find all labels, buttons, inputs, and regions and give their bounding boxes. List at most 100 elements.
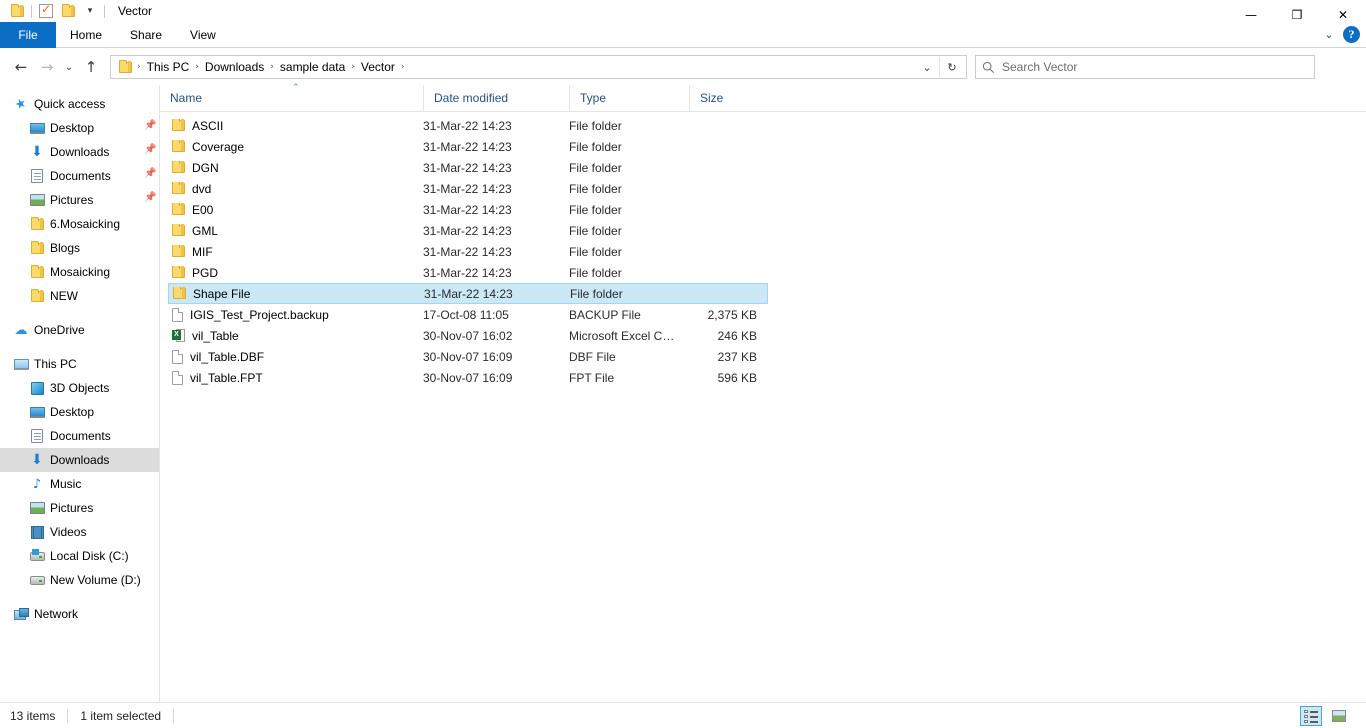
file-date-cell: 31-Mar-22 14:23 xyxy=(423,244,512,259)
file-icon xyxy=(172,370,183,385)
music-icon: ♪ xyxy=(32,476,42,492)
file-size-cell: 246 KB xyxy=(717,328,757,343)
table-row[interactable]: Xvil_Table 30-Nov-07 16:02 Microsoft Exc… xyxy=(168,325,768,346)
up-button[interactable]: ↑ xyxy=(78,54,104,80)
properties-icon[interactable] xyxy=(35,1,57,21)
sidebar-label: This PC xyxy=(34,357,77,371)
file-date-cell: 31-Mar-22 14:23 xyxy=(423,139,512,154)
new-folder-icon[interactable] xyxy=(57,1,79,21)
breadcrumb: › This PC › Downloads › sample data › Ve… xyxy=(113,56,915,78)
tab-file[interactable]: File xyxy=(0,22,56,48)
file-name-cell: MIF xyxy=(168,244,423,259)
sidebar-item-videos[interactable]: Videos xyxy=(0,520,159,544)
table-row[interactable]: vil_Table.FPT 30-Nov-07 16:09 FPT File 5… xyxy=(168,367,768,388)
pictures-icon xyxy=(26,194,48,206)
folder-icon xyxy=(172,139,185,152)
qat-folder-icon[interactable] xyxy=(6,1,28,21)
table-row[interactable]: DGN 31-Mar-22 14:23 File folder xyxy=(168,157,768,178)
column-label: Type xyxy=(580,91,607,105)
tab-view[interactable]: View xyxy=(176,22,230,48)
chevron-down-icon[interactable]: ⌄ xyxy=(1319,28,1339,41)
file-name: DGN xyxy=(192,160,219,175)
breadcrumb-vector[interactable]: Vector xyxy=(356,56,400,78)
tab-share[interactable]: Share xyxy=(116,22,176,48)
tab-home[interactable]: Home xyxy=(56,22,116,48)
file-name: GML xyxy=(192,223,219,238)
forward-button[interactable]: → xyxy=(34,54,60,80)
sidebar-item-blogs[interactable]: Blogs xyxy=(0,236,159,260)
help-icon[interactable]: ? xyxy=(1343,26,1360,43)
file-name-cell: ASCII xyxy=(168,118,423,133)
table-row[interactable]: PGD 31-Mar-22 14:23 File folder xyxy=(168,262,768,283)
file-type-cell: File folder xyxy=(569,244,622,259)
breadcrumb-sample-data[interactable]: sample data xyxy=(275,56,350,78)
breadcrumb-separator-4[interactable]: › xyxy=(400,62,406,72)
documents-icon xyxy=(26,429,48,443)
file-icon xyxy=(172,349,183,364)
sidebar-item-6-mosaicking[interactable]: 6.Mosaicking xyxy=(0,212,159,236)
table-row[interactable]: ASCII 31-Mar-22 14:23 File folder xyxy=(168,115,768,136)
file-type-cell: File folder xyxy=(569,118,622,133)
sidebar-item-mosaicking[interactable]: Mosaicking xyxy=(0,260,159,284)
column-header-size[interactable]: Size xyxy=(689,85,769,111)
details-view-button[interactable] xyxy=(1300,705,1322,726)
sidebar-group-network[interactable]: Network xyxy=(0,602,159,626)
sidebar-item-desktop[interactable]: Desktop xyxy=(0,400,159,424)
file-name: vil_Table.FPT xyxy=(190,370,263,385)
large-icons-view-button[interactable] xyxy=(1328,706,1350,726)
documents-icon xyxy=(26,169,48,183)
sidebar-item-new[interactable]: NEW xyxy=(0,284,159,308)
refresh-icon[interactable]: ↻ xyxy=(940,56,964,78)
sidebar-item-downloads-quick[interactable]: ⬇ Downloads xyxy=(0,140,159,164)
table-row[interactable]: IGIS_Test_Project.backup 17-Oct-08 11:05… xyxy=(168,304,768,325)
recent-locations-icon[interactable]: ⌄ xyxy=(60,54,78,80)
table-row[interactable]: E00 31-Mar-22 14:23 File folder xyxy=(168,199,768,220)
folder-icon xyxy=(173,286,186,299)
address-bar[interactable]: › This PC › Downloads › sample data › Ve… xyxy=(110,55,967,79)
address-dropdown-icon[interactable]: ⌄ xyxy=(915,56,939,78)
file-name-cell: PGD xyxy=(168,265,423,280)
file-name-cell: Coverage xyxy=(168,139,423,154)
column-header-row: Name ⌃ Date modified Type Size xyxy=(160,83,1366,112)
file-explorer-window: ▾ Vector — ❐ ✕ File Home Share View ⌄ ? … xyxy=(0,0,1366,728)
file-name-cell: DGN xyxy=(168,160,423,175)
sidebar-item-pictures-quick[interactable]: Pictures xyxy=(0,188,159,212)
file-type-cell: File folder xyxy=(570,286,623,301)
sidebar-item-documents[interactable]: Documents xyxy=(0,424,159,448)
file-date-cell: 31-Mar-22 14:23 xyxy=(423,160,512,175)
file-type-cell: File folder xyxy=(569,202,622,217)
sidebar-gap-1 xyxy=(0,308,159,318)
folder-icon xyxy=(172,181,185,194)
table-row[interactable]: vil_Table.DBF 30-Nov-07 16:09 DBF File 2… xyxy=(168,346,768,367)
search-input[interactable]: Search Vector xyxy=(975,55,1315,79)
table-row[interactable]: MIF 31-Mar-22 14:23 File folder xyxy=(168,241,768,262)
table-row[interactable]: GML 31-Mar-22 14:23 File folder xyxy=(168,220,768,241)
column-header-name[interactable]: Name ⌃ xyxy=(160,83,423,111)
sidebar-group-quick-access[interactable]: ★ Quick access xyxy=(0,92,159,116)
status-separator-1 xyxy=(67,708,69,723)
table-row-selected[interactable]: Shape File 31-Mar-22 14:23 File folder xyxy=(168,283,768,304)
column-header-date-modified[interactable]: Date modified xyxy=(423,85,569,111)
sidebar-item-desktop-quick[interactable]: Desktop xyxy=(0,116,159,140)
sidebar-item-music[interactable]: ♪ Music xyxy=(0,472,159,496)
breadcrumb-downloads[interactable]: Downloads xyxy=(200,56,269,78)
table-row[interactable]: dvd 31-Mar-22 14:23 File folder xyxy=(168,178,768,199)
sidebar-item-pictures[interactable]: Pictures xyxy=(0,496,159,520)
sidebar-item-downloads[interactable]: ⬇ Downloads xyxy=(0,448,159,472)
back-button[interactable]: ← xyxy=(8,54,34,80)
sidebar-label: Documents xyxy=(50,429,111,443)
quick-access-toolbar: ▾ xyxy=(0,0,108,22)
sidebar-item-documents-quick[interactable]: Documents xyxy=(0,164,159,188)
customize-dropdown-icon[interactable]: ▾ xyxy=(79,1,101,21)
sidebar-item-local-disk-c[interactable]: Local Disk (C:) xyxy=(0,544,159,568)
sidebar-group-onedrive[interactable]: ☁ OneDrive xyxy=(0,318,159,342)
search-placeholder: Search Vector xyxy=(1002,60,1078,74)
table-row[interactable]: Coverage 31-Mar-22 14:23 File folder xyxy=(168,136,768,157)
sidebar-item-3d-objects[interactable]: 3D Objects xyxy=(0,376,159,400)
file-name-cell: Xvil_Table xyxy=(168,328,423,343)
breadcrumb-this-pc[interactable]: This PC xyxy=(142,56,195,78)
column-label: Size xyxy=(700,91,724,105)
column-header-type[interactable]: Type xyxy=(569,85,689,111)
sidebar-item-new-volume-d[interactable]: New Volume (D:) xyxy=(0,568,159,592)
sidebar-group-this-pc[interactable]: This PC xyxy=(0,352,159,376)
